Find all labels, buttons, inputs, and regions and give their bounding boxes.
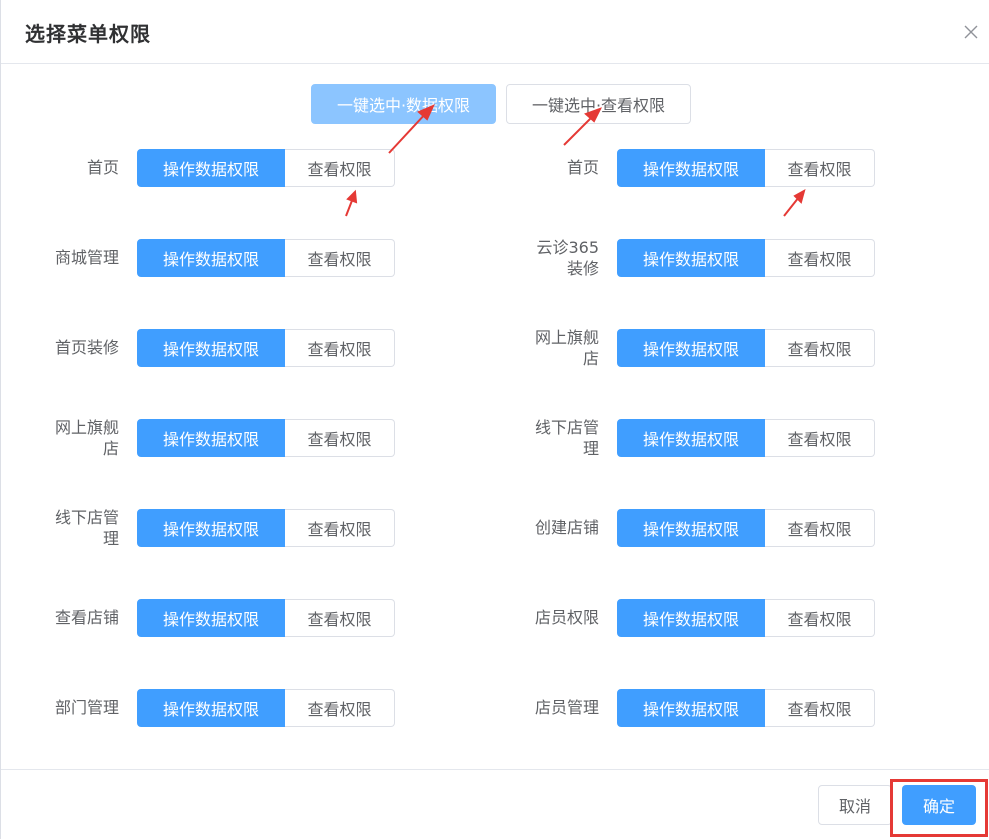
- permission-radio-group: 操作数据权限 查看权限: [137, 689, 395, 727]
- view-permission-option[interactable]: 查看权限: [765, 239, 875, 277]
- menu-permission-dialog: 选择菜单权限 一键选中·数据权限 一键选中·查看权限 首页 操作数据权限 查看权限商…: [0, 0, 989, 839]
- permission-radio-group: 操作数据权限 查看权限: [137, 419, 395, 457]
- menu-item-label: 首页装修: [54, 338, 119, 357]
- data-permission-option[interactable]: 操作数据权限: [137, 419, 285, 457]
- menu-item-label: 查看店铺: [54, 608, 119, 627]
- permission-radio-group: 操作数据权限 查看权限: [617, 419, 875, 457]
- arrow-head-icon: [346, 189, 358, 204]
- data-permission-option[interactable]: 操作数据权限: [617, 329, 765, 367]
- menu-item-label: 店员管理: [534, 698, 599, 717]
- view-permission-option[interactable]: 查看权限: [285, 689, 395, 727]
- data-permission-option[interactable]: 操作数据权限: [137, 689, 285, 727]
- menu-item-label: 网上旗舰店: [534, 328, 599, 368]
- view-permission-option[interactable]: 查看权限: [285, 599, 395, 637]
- close-icon[interactable]: [963, 24, 983, 44]
- data-permission-option[interactable]: 操作数据权限: [137, 149, 285, 187]
- view-permission-option[interactable]: 查看权限: [765, 329, 875, 367]
- menu-item-label: 云诊365装修: [536, 238, 599, 278]
- permission-radio-group: 操作数据权限 查看权限: [137, 599, 395, 637]
- permission-radio-group: 操作数据权限 查看权限: [137, 239, 395, 277]
- data-permission-option[interactable]: 操作数据权限: [617, 689, 765, 727]
- permission-radio-group: 操作数据权限 查看权限: [617, 149, 875, 187]
- view-permission-option[interactable]: 查看权限: [765, 419, 875, 457]
- data-permission-option[interactable]: 操作数据权限: [137, 599, 285, 637]
- data-permission-option[interactable]: 操作数据权限: [617, 239, 765, 277]
- menu-item-label: 首页: [86, 158, 119, 177]
- permission-radio-group: 操作数据权限 查看权限: [137, 149, 395, 187]
- view-permission-option[interactable]: 查看权限: [285, 149, 395, 187]
- data-permission-option[interactable]: 操作数据权限: [137, 239, 285, 277]
- menu-item-label: 网上旗舰店: [54, 418, 119, 458]
- menu-item-label: 店员权限: [534, 608, 599, 627]
- permission-radio-group: 操作数据权限 查看权限: [137, 329, 395, 367]
- permission-radio-group: 操作数据权限 查看权限: [617, 239, 875, 277]
- permission-radio-group: 操作数据权限 查看权限: [617, 509, 875, 547]
- data-permission-option[interactable]: 操作数据权限: [137, 329, 285, 367]
- select-all-view-permission-button[interactable]: 一键选中·查看权限: [506, 84, 691, 124]
- menu-item-label: 线下店管理: [54, 508, 119, 548]
- dialog-header: 选择菜单权限: [1, 0, 989, 64]
- arrow-to-view-seg-right: [783, 196, 800, 217]
- view-permission-option[interactable]: 查看权限: [765, 509, 875, 547]
- menu-item-label: 线下店管理: [534, 418, 599, 458]
- permission-radio-group: 操作数据权限 查看权限: [617, 329, 875, 367]
- permission-radio-group: 操作数据权限 查看权限: [137, 509, 395, 547]
- menu-item-label: 商城管理: [54, 248, 119, 267]
- view-permission-option[interactable]: 查看权限: [285, 329, 395, 367]
- menu-item-label: 创建店铺: [534, 518, 599, 537]
- view-permission-option[interactable]: 查看权限: [765, 599, 875, 637]
- confirm-button[interactable]: 确定: [902, 785, 976, 825]
- view-permission-option[interactable]: 查看权限: [285, 239, 395, 277]
- menu-item-label: 首页: [566, 158, 599, 177]
- data-permission-option[interactable]: 操作数据权限: [617, 599, 765, 637]
- select-all-data-permission-button[interactable]: 一键选中·数据权限: [311, 84, 496, 124]
- menu-item-label: 部门管理: [54, 698, 119, 717]
- arrow-to-view-seg-left: [345, 197, 354, 217]
- arrow-head-icon: [793, 188, 806, 204]
- permission-radio-group: 操作数据权限 查看权限: [617, 689, 875, 727]
- data-permission-option[interactable]: 操作数据权限: [617, 419, 765, 457]
- view-permission-option[interactable]: 查看权限: [765, 149, 875, 187]
- permission-radio-group: 操作数据权限 查看权限: [617, 599, 875, 637]
- view-permission-option[interactable]: 查看权限: [285, 509, 395, 547]
- data-permission-option[interactable]: 操作数据权限: [137, 509, 285, 547]
- cancel-button[interactable]: 取消: [818, 785, 892, 825]
- data-permission-option[interactable]: 操作数据权限: [617, 509, 765, 547]
- view-permission-option[interactable]: 查看权限: [765, 689, 875, 727]
- dialog-title: 选择菜单权限: [25, 22, 151, 46]
- view-permission-option[interactable]: 查看权限: [285, 419, 395, 457]
- data-permission-option[interactable]: 操作数据权限: [617, 149, 765, 187]
